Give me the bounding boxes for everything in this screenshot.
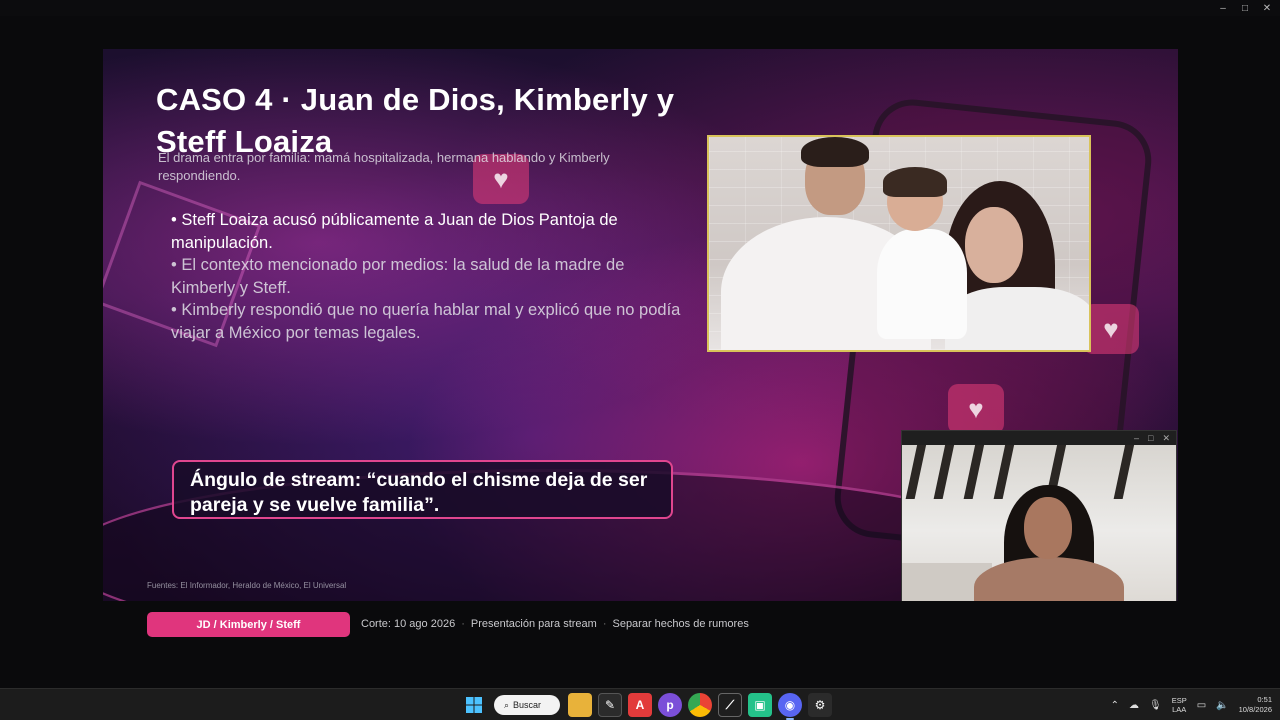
system-tray: ⌃ ☁ 🎙 ESP LAA ▭ 🔈 0:51 10/8/2026 [1111,693,1272,717]
bullet-item: • Kimberly respondió que no quería habla… [171,301,681,342]
webcam-minimize-button[interactable]: – [1134,433,1139,443]
bullet-list: • Steff Loaiza acusó públicamente a Juan… [171,209,691,344]
discord-icon[interactable]: ◉ [778,693,802,720]
webcam-titlebar: – □ ✕ [902,431,1176,445]
chevron-up-icon[interactable]: ⌃ [1111,700,1119,711]
webcam-maximize-button[interactable]: □ [1148,433,1153,443]
desktop-screen: – □ ✕ ♥ ♥ ♥ CASO 4 · Juan de Dios, Kimbe… [0,0,1280,720]
bullet-item: • El contexto mencionado por medios: la … [171,256,625,297]
purple-app-icon[interactable]: p [658,693,682,717]
taskbar: ⌕ Buscar ✎ A p ⟋ ▣ ◉ ⚙ ⌃ ☁ 🎙 ESP LAA ▭ 🔈… [0,688,1280,720]
clock[interactable]: 0:51 10/8/2026 [1239,695,1272,715]
webcam-close-button[interactable]: ✕ [1162,433,1170,444]
footer-date: Corte: 10 ago 2026 [361,618,456,630]
footer-note: Separar hechos de rumores [612,618,749,630]
start-icon[interactable] [462,693,486,717]
cloud-icon[interactable]: ☁ [1129,700,1139,711]
footer-separator: · [602,618,607,630]
slide-subtitle: El drama entra por familia: mamá hospita… [158,150,610,183]
stream-angle-quote: Ángulo de stream: “cuando el chisme deja… [172,460,673,519]
minimize-button[interactable]: – [1216,3,1230,14]
acrobat-icon[interactable]: A [628,693,652,717]
chart-app-icon[interactable]: ⟋ [718,693,742,717]
heart-icon: ♥ [1083,304,1139,354]
maximize-button[interactable]: □ [1238,3,1252,14]
taskbar-search[interactable]: ⌕ Buscar [494,695,560,715]
bullet-item: • Steff Loaiza acusó públicamente a Juan… [171,211,618,252]
display-icon[interactable]: ▭ [1197,700,1206,711]
inkscape-icon[interactable]: ✎ [598,693,622,717]
heart-icon: ♥ [948,384,1004,434]
window-titlebar: – □ ✕ [0,0,1280,16]
window-controls: – □ ✕ [1216,0,1274,16]
taskbar-apps: ⌕ Buscar ✎ A p ⟋ ▣ ◉ ⚙ [462,693,832,720]
webcam-feed [902,445,1176,601]
settings-icon[interactable]: ⚙ [808,693,832,717]
search-label: Buscar [513,700,542,710]
footer-meta: Corte: 10 ago 2026 · Presentación para s… [361,618,749,630]
language-indicator[interactable]: ESP LAA [1172,696,1187,714]
close-button[interactable]: ✕ [1260,3,1274,14]
file-explorer-icon[interactable] [568,693,592,717]
webcam-window[interactable]: – □ ✕ [901,430,1177,601]
footer-separator: · [461,618,465,630]
footer-label: Presentación para stream [470,618,597,630]
family-photo [707,135,1091,352]
volume-icon[interactable]: 🔈 [1216,700,1228,711]
chrome-icon[interactable] [688,693,712,717]
sources-note: Fuentes: El Informador, Heraldo de Méxic… [147,581,347,590]
microphone-icon[interactable]: 🎙 [1149,700,1162,711]
topic-pill: JD / Kimberly / Steff [147,612,350,637]
green-app-icon[interactable]: ▣ [748,693,772,717]
search-icon: ⌕ [504,699,510,710]
